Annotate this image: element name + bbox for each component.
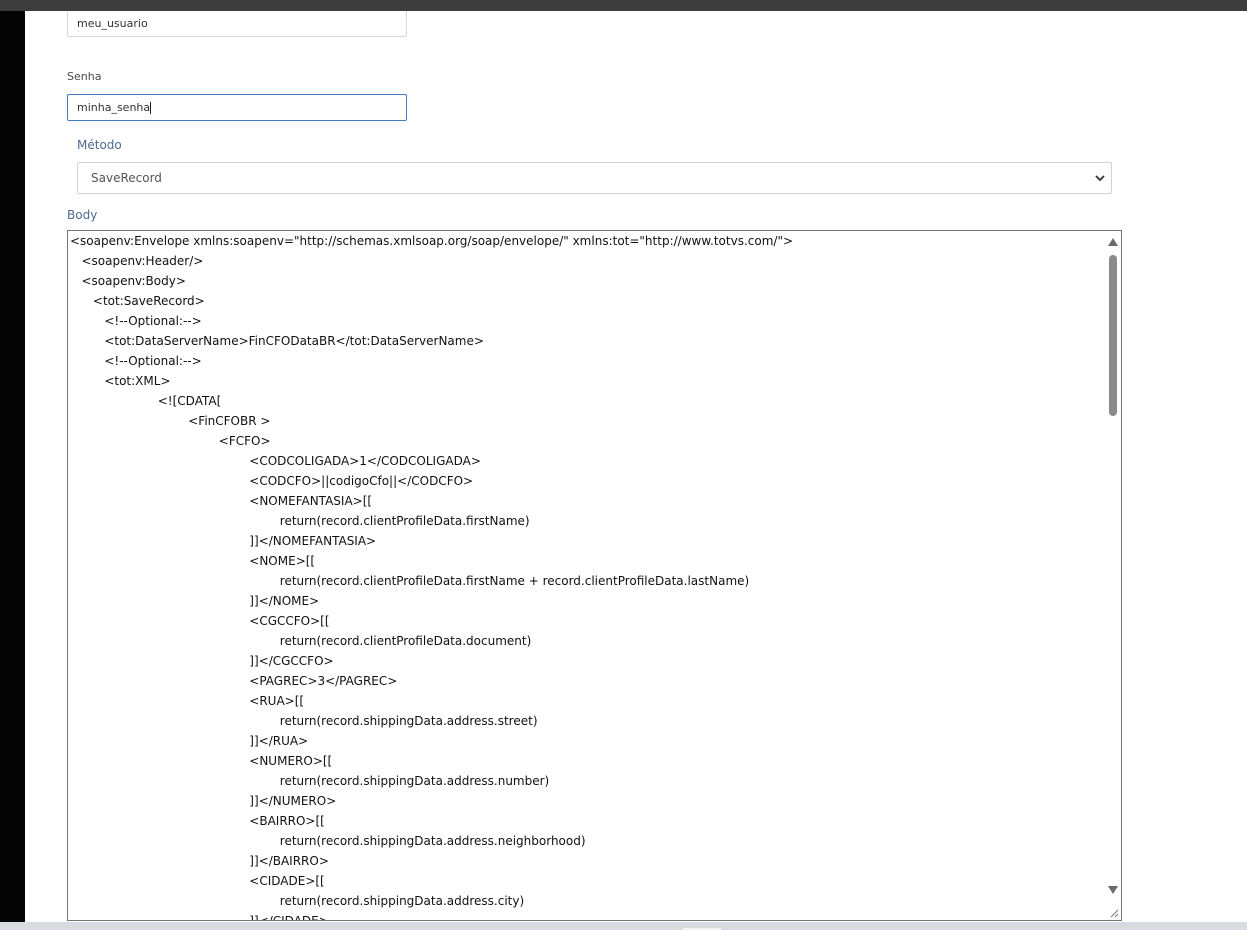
browser-top-bar: [0, 0, 1247, 11]
code-line: return(record.shippingData.address.numbe…: [70, 774, 550, 788]
password-value: minha_senha: [77, 101, 151, 114]
scroll-up-arrow-icon[interactable]: [1108, 238, 1118, 246]
body-code: <soapenv:Envelope xmlns:soapenv="http://…: [70, 231, 1100, 921]
code-line: return(record.shippingData.address.neigh…: [70, 834, 586, 848]
code-line: <!--Optional:-->: [70, 354, 202, 368]
bottom-bar: [0, 922, 1247, 930]
code-line: <CODCOLIGADA>1</CODCOLIGADA>: [70, 454, 481, 468]
code-line: return(record.shippingData.address.city): [70, 894, 525, 908]
code-line: <tot:XML>: [70, 374, 171, 388]
code-line: return(record.clientProfileData.document…: [70, 634, 532, 648]
code-line: <tot:SaveRecord>: [70, 294, 205, 308]
code-line: return(record.clientProfileData.firstNam…: [70, 574, 750, 588]
code-line: <FinCFOBR >: [70, 414, 271, 428]
code-line: <![CDATA[: [70, 394, 222, 408]
code-line: <PAGREC>3</PAGREC>: [70, 674, 398, 688]
code-line: ]]</CIDADE>: [70, 914, 329, 921]
code-line: return(record.clientProfileData.firstNam…: [70, 514, 530, 528]
code-line: ]]</RUA>: [70, 734, 309, 748]
method-select[interactable]: SaveRecord: [77, 162, 1112, 194]
code-line: ]]</NUMERO>: [70, 794, 337, 808]
scroll-down-arrow-icon[interactable]: [1108, 886, 1118, 894]
code-line: <NOMEFANTASIA>[[: [70, 494, 373, 508]
password-label: Senha: [67, 70, 102, 83]
code-line: <soapenv:Envelope xmlns:soapenv="http://…: [70, 234, 794, 248]
method-selected-value: SaveRecord: [91, 171, 162, 185]
code-line: ]]</NOMEFANTASIA>: [70, 534, 377, 548]
resize-handle-icon[interactable]: [1109, 908, 1119, 918]
left-dark-bar: [0, 11, 25, 922]
code-line: ]]</BAIRRO>: [70, 854, 329, 868]
code-line: return(record.shippingData.address.stree…: [70, 714, 538, 728]
body-label: Body: [67, 208, 98, 222]
code-line: <soapenv:Body>: [70, 274, 186, 288]
code-line: <NUMERO>[[: [70, 754, 333, 768]
code-line: <tot:DataServerName>FinCFODataBR</tot:Da…: [70, 334, 484, 348]
password-field[interactable]: minha_senha: [67, 94, 407, 121]
text-caret: [150, 101, 152, 114]
username-value: meu_usuario: [77, 17, 148, 30]
code-line: <RUA>[[: [70, 694, 305, 708]
code-line: <CIDADE>[[: [70, 874, 325, 888]
code-line: <BAIRRO>[[: [70, 814, 325, 828]
code-line: <!--Optional:-->: [70, 314, 202, 328]
code-line: <CODCFO>||codigoCfo||</CODCFO>: [70, 474, 474, 488]
code-line: <FCFO>: [70, 434, 271, 448]
body-scrollbar[interactable]: [1105, 231, 1121, 920]
method-label: Método: [77, 138, 122, 152]
chevron-down-icon: [1095, 175, 1105, 182]
code-line: <NOME>[[: [70, 554, 316, 568]
code-line: <soapenv:Header/>: [70, 254, 204, 268]
code-line: ]]</NOME>: [70, 594, 320, 608]
body-textarea[interactable]: <soapenv:Envelope xmlns:soapenv="http://…: [67, 230, 1122, 921]
code-line: ]]</CGCCFO>: [70, 654, 334, 668]
code-line: <CGCCFO>[[: [70, 614, 330, 628]
username-field[interactable]: meu_usuario: [67, 11, 407, 37]
scrollbar-thumb[interactable]: [1109, 255, 1117, 416]
